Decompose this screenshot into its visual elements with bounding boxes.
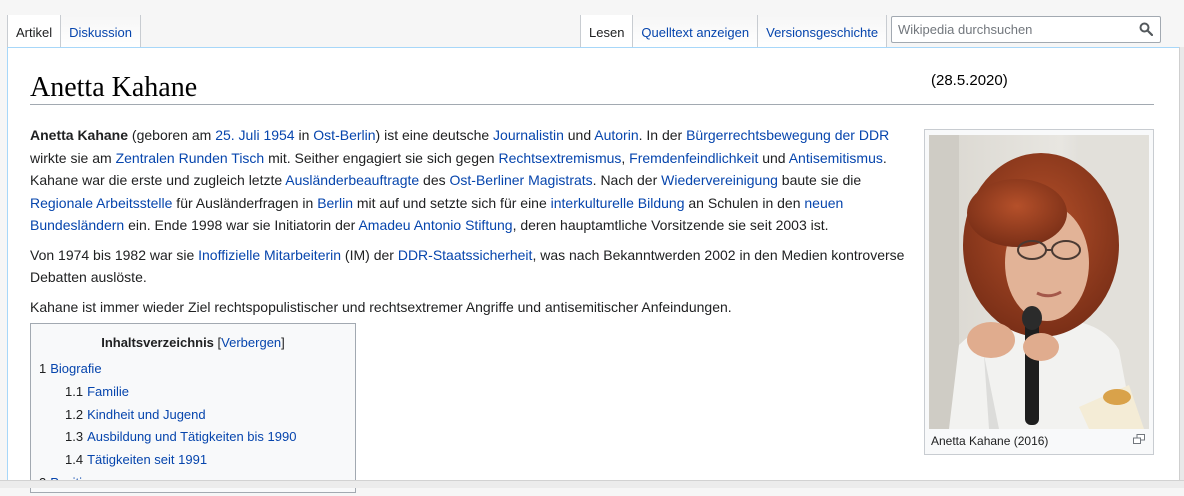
text-run: ein. Ende 1998 war sie Initiatorin der [124, 217, 359, 233]
search-box [891, 16, 1161, 43]
text-run: wirkte sie am [30, 149, 116, 166]
wiki-link[interactable]: Amadeu Antonio Stiftung [358, 217, 512, 233]
tab-diskussion[interactable]: Diskussion [61, 15, 141, 48]
toc-hide-link[interactable]: Verbergen [221, 335, 281, 350]
toc-item[interactable]: 1 Biografie [39, 359, 296, 382]
title-divider [30, 104, 1154, 105]
tab-lesen[interactable]: Lesen [580, 15, 634, 48]
text-run: Von 1974 bis 1982 war sie [30, 246, 199, 263]
wiki-link[interactable]: Journalistin [493, 127, 564, 143]
tab-label: Quelltext anzeigen [641, 25, 750, 40]
paragraph-intro: Anetta Kahane (geboren am 25. Juli 1954 … [30, 124, 905, 237]
text-run: und [758, 149, 789, 166]
toc-number: 1 [39, 361, 47, 376]
text-run: Kahane ist immer wieder Ziel rechtspopul… [30, 298, 732, 315]
text-run: , deren hauptamtliche Vorsitzende sie se… [512, 217, 829, 233]
search-icon[interactable] [1139, 22, 1153, 36]
wiki-link[interactable]: Bürgerrechtsbewegung der DDR [686, 127, 889, 143]
paragraph-stasi: Von 1974 bis 1982 war sie Inoffizielle M… [30, 244, 905, 289]
wiki-link[interactable]: 25. Juli [215, 127, 259, 143]
article-body: Anetta Kahane (geboren am 25. Juli 1954 … [30, 124, 905, 325]
toc-item[interactable]: 1.4 Tätigkeiten seit 1991 [39, 450, 296, 473]
toc-number: 1.2 [65, 406, 84, 422]
horizontal-scrollbar[interactable] [0, 480, 1184, 488]
toc-link[interactable]: Tätigkeiten seit 1991 [87, 452, 207, 467]
wiki-link[interactable]: 1954 [263, 127, 294, 143]
wiki-link[interactable]: Inoffizielle Mitarbeiterin [198, 247, 341, 263]
toc-toggle: [Verbergen] [218, 335, 285, 350]
wiki-link[interactable]: Fremdenfeindlichkeit [629, 150, 758, 166]
wiki-link[interactable]: Ost-Berliner Magistrats [450, 172, 593, 188]
wiki-link[interactable]: Regionale Arbeitsstelle [30, 195, 172, 211]
text-run: (geboren am [128, 127, 216, 143]
wiki-link[interactable]: Wiedervereinigung [661, 172, 778, 188]
text-run: . In der [638, 127, 687, 143]
toc-toggle-bracket: ] [281, 335, 285, 350]
toc-list: 1 Biografie 1.1 Familie 1.2 Kindheit und Juge… [39, 359, 296, 496]
table-of-contents: Inhaltsverzeichnis [Verbergen] 1 Biografi… [30, 323, 356, 493]
text-run: mit auf und setzte sich für eine [352, 194, 551, 211]
toc-link[interactable]: Familie [87, 384, 129, 399]
wiki-link[interactable]: Antisemitismus [789, 150, 883, 166]
tab-label: Versionsgeschichte [766, 25, 879, 40]
text-run: für Ausländerfragen in [172, 194, 318, 211]
text-run: in [294, 127, 314, 143]
wiki-link[interactable]: DDR-Staatssicherheit [398, 247, 533, 263]
paragraph-attacks: Kahane ist immer wieder Ziel rechtspopul… [30, 296, 905, 319]
page-title: Anetta Kahane [30, 72, 198, 103]
text-run: ) ist eine deutsche [375, 127, 494, 143]
toc-item[interactable]: 1.1 Familie [39, 382, 296, 405]
tab-label: Artikel [16, 25, 53, 40]
toc-number: 1.1 [65, 383, 84, 399]
wiki-link[interactable]: Ost-Berlin [313, 127, 375, 143]
toc-link[interactable]: Kindheit und Jugend [87, 407, 206, 422]
infobox-image-frame: Anetta Kahane (2016) [924, 129, 1154, 455]
portrait-photo[interactable] [929, 135, 1149, 429]
image-caption: Anetta Kahane (2016) [931, 434, 1049, 448]
tab-artikel[interactable]: Artikel [7, 15, 62, 48]
tab-quelltext[interactable]: Quelltext anzeigen [633, 15, 759, 48]
wiki-link[interactable]: Zentralen Runden Tisch [116, 150, 265, 166]
tab-versionsgeschichte[interactable]: Versionsgeschichte [758, 15, 888, 48]
wiki-link[interactable]: Ausländerbeauftragte [285, 172, 419, 188]
view-tabs: Lesen Quelltext anzeigen Versionsgeschic… [580, 15, 888, 48]
toc-item[interactable]: 1.2 Kindheit und Jugend [39, 405, 296, 428]
text-run: des [419, 172, 450, 188]
toc-number: 1.3 [65, 429, 84, 445]
wiki-link[interactable]: interkulturelle Bildung [551, 195, 685, 211]
text-run: . Nach der [592, 172, 662, 188]
date-note: (28.5.2020) [931, 72, 1008, 89]
toc-item[interactable]: 1.3 Ausbildung und Tätigkeiten bis 1990 [39, 427, 296, 450]
text-run: an Schulen in den [684, 194, 805, 211]
text-run: (IM) der [341, 246, 398, 263]
scrollbar[interactable] [1179, 47, 1184, 488]
text-run: baute sie die [777, 172, 862, 188]
wiki-link[interactable]: Rechtsextremismus [498, 150, 621, 166]
namespace-tabs: Artikel Diskussion [7, 15, 141, 48]
tab-label: Lesen [589, 25, 625, 40]
wiki-link[interactable]: Berlin [317, 195, 353, 211]
toc-number: 1.4 [65, 452, 84, 468]
toc-heading: Inhaltsverzeichnis [101, 335, 214, 350]
toc-link[interactable]: Biografie [50, 361, 101, 376]
text-run: und [563, 127, 595, 143]
search-input[interactable] [892, 17, 1128, 42]
wiki-link[interactable]: Autorin [594, 127, 638, 143]
toc-link[interactable]: Ausbildung und Tätigkeiten bis 1990 [87, 429, 296, 444]
tab-label: Diskussion [69, 25, 132, 40]
text-run: , [621, 149, 630, 166]
toc-title: Inhaltsverzeichnis [Verbergen] [31, 335, 355, 350]
enlarge-icon[interactable] [1133, 434, 1145, 444]
bold-term: Anetta Kahane [30, 127, 129, 143]
text-run: mit. Seither engagiert sie sich gegen [264, 149, 499, 166]
